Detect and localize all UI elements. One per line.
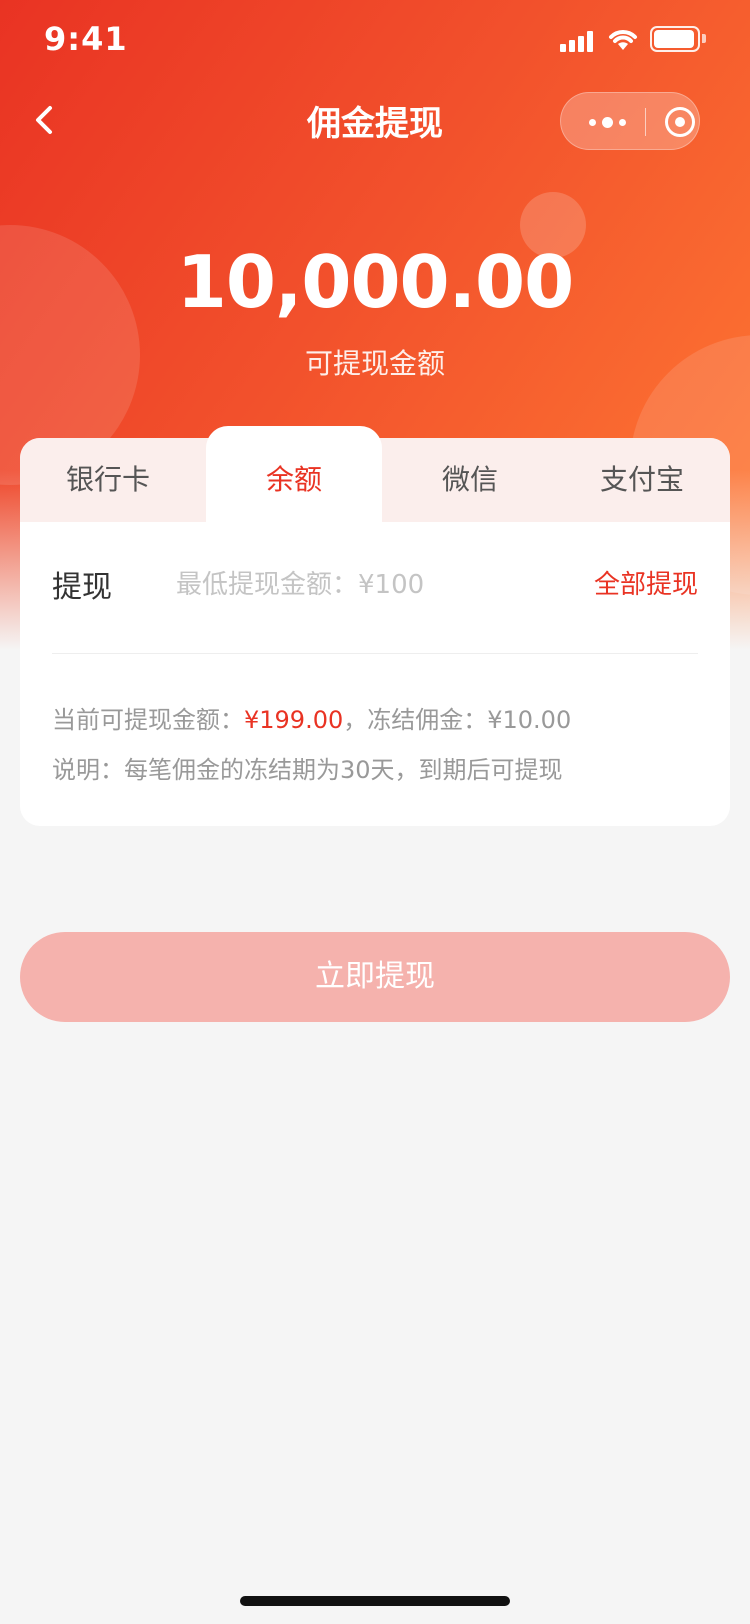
mini-program-capsule bbox=[560, 92, 700, 150]
withdraw-row: 提现 最低提现金额：¥100 全部提现 bbox=[20, 522, 730, 644]
battery-icon bbox=[650, 26, 700, 52]
status-time: 9:41 bbox=[44, 20, 128, 58]
withdraw-label: 提现 bbox=[52, 570, 112, 605]
wifi-icon bbox=[609, 30, 637, 50]
more-dots-icon[interactable] bbox=[589, 115, 629, 129]
battery-tip bbox=[702, 34, 706, 43]
current-withdrawable-label: 当前可提现金额： bbox=[52, 706, 244, 734]
tab-alipay[interactable]: 支付宝 bbox=[554, 438, 730, 522]
current-withdrawable-value: ¥199.00 bbox=[244, 706, 344, 734]
home-indicator bbox=[240, 1596, 510, 1606]
submit-withdraw-button[interactable]: 立即提现 bbox=[20, 932, 730, 1022]
target-icon[interactable] bbox=[665, 107, 695, 137]
capsule-divider bbox=[645, 108, 646, 136]
freeze-note: 说明：每笔佣金的冻结期为30天，到期后可提现 bbox=[52, 756, 563, 784]
withdraw-card: 银行卡 余额 微信 支付宝 提现 最低提现金额：¥100 全部提现 当前可提现金… bbox=[20, 426, 730, 826]
tab-wechat[interactable]: 微信 bbox=[382, 438, 558, 522]
withdraw-all-button[interactable]: 全部提现 bbox=[594, 564, 698, 601]
frozen-commission: ，冻结佣金：¥10.00 bbox=[343, 706, 572, 734]
divider bbox=[52, 653, 698, 654]
withdraw-amount-input[interactable]: 最低提现金额：¥100 bbox=[176, 564, 424, 601]
status-bar: 9:41 bbox=[0, 0, 750, 80]
tab-bank-card[interactable]: 银行卡 bbox=[20, 438, 196, 522]
withdrawable-amount-label: 可提现金额 bbox=[304, 347, 445, 380]
withdrawable-amount: 10,000.00 bbox=[176, 240, 574, 324]
current-withdrawable-info: 当前可提现金额：¥199.00，冻结佣金：¥10.00 bbox=[52, 700, 571, 735]
cellular-signal-icon bbox=[560, 30, 596, 52]
tab-balance[interactable]: 余额 bbox=[206, 426, 382, 522]
